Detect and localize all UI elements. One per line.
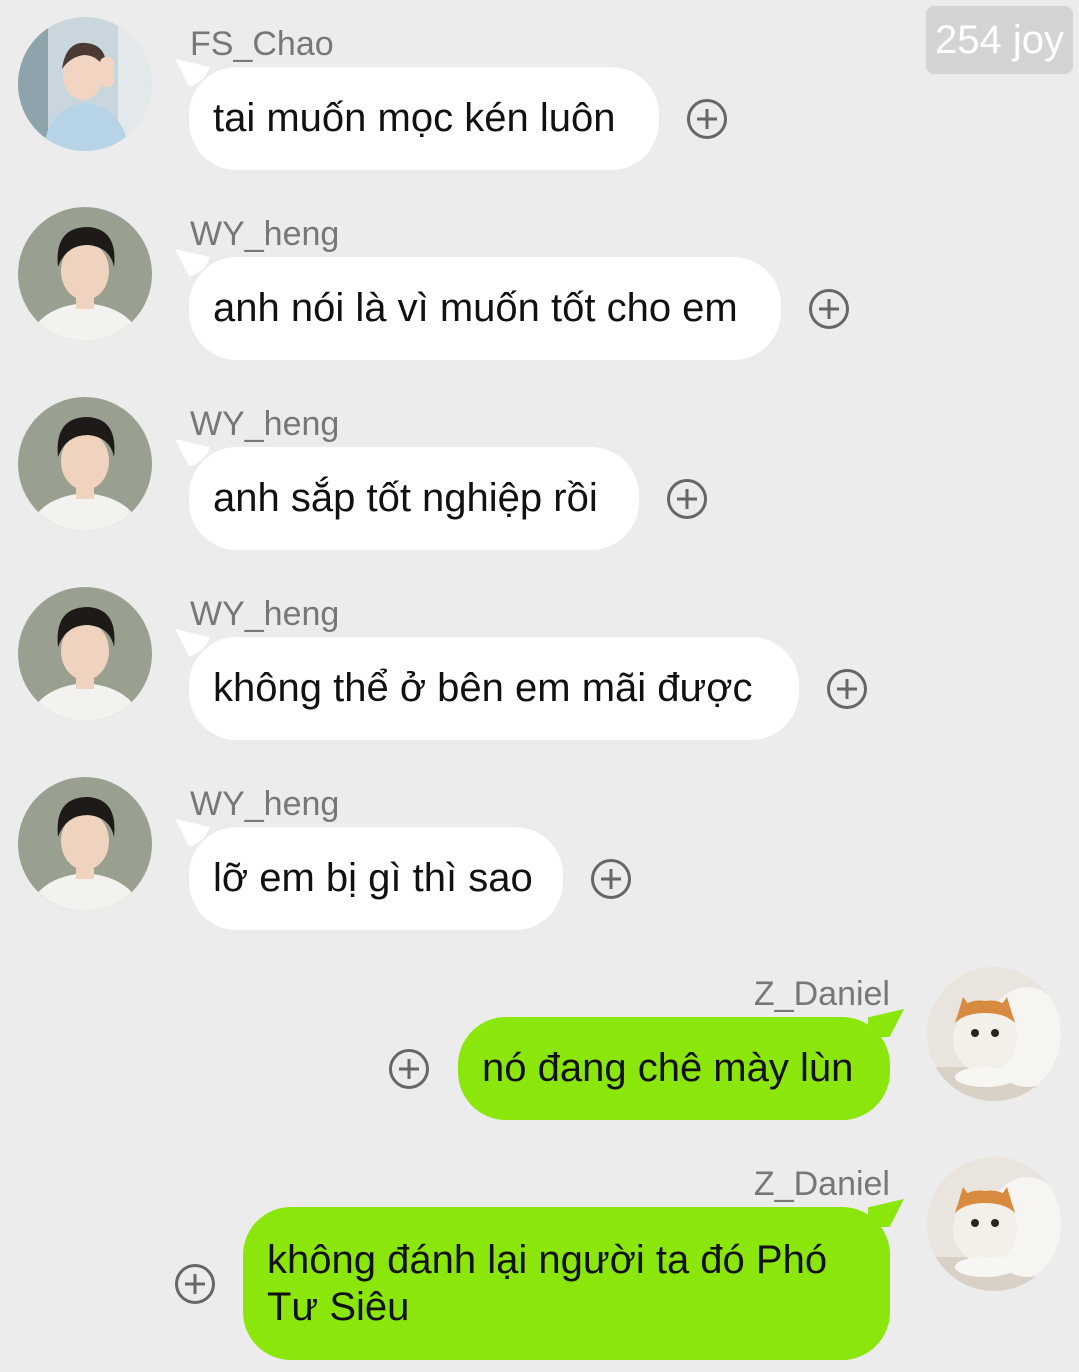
message-text: lỡ em bị gì thì sao [213, 856, 533, 900]
boy-dark-avatar-icon [18, 207, 152, 341]
message-text: nó đang chê mày lùn [482, 1046, 854, 1090]
message-text: không thể ở bên em mãi được [213, 666, 753, 710]
boy-dark-avatar-icon [18, 587, 152, 721]
message-bubble[interactable]: lỡ em bị gì thì sao [189, 827, 563, 930]
message-bubble[interactable]: tai muốn mọc kén luôn [189, 67, 659, 170]
message-bubble[interactable]: anh sắp tốt nghiệp rồi [189, 447, 639, 550]
boy-light-avatar-icon [18, 17, 152, 151]
avatar-wy-heng[interactable] [18, 397, 152, 531]
add-reaction-icon[interactable] [667, 479, 707, 519]
add-reaction-icon[interactable] [591, 859, 631, 899]
sender-name: Z_Daniel [753, 975, 890, 1013]
add-reaction-icon[interactable] [389, 1049, 429, 1089]
add-reaction-icon[interactable] [175, 1264, 215, 1304]
sender-name: FS_Chao [190, 25, 334, 63]
avatar-wy-heng[interactable] [18, 207, 152, 341]
sender-name: WY_heng [190, 595, 340, 633]
avatar-fs-chao[interactable] [18, 17, 152, 151]
sender-name: WY_heng [190, 785, 340, 823]
cat-avatar-icon [927, 967, 1061, 1101]
boy-dark-avatar-icon [18, 397, 152, 531]
message-bubble[interactable]: anh nói là vì muốn tốt cho em [189, 257, 781, 360]
sender-name: WY_heng [190, 405, 340, 443]
sender-name: WY_heng [190, 215, 340, 253]
add-reaction-icon[interactable] [809, 289, 849, 329]
message-text: anh sắp tốt nghiệp rồi [213, 476, 598, 520]
message-text: tai muốn mọc kén luôn [213, 96, 616, 140]
sender-name: Z_Daniel [753, 1165, 890, 1203]
message-text: không đánh lại người ta đó Phó Tư Siêu [267, 1237, 828, 1329]
points-badge: 254 joy [926, 6, 1073, 74]
message-bubble[interactable]: không đánh lại người ta đó Phó Tư Siêu [243, 1207, 890, 1360]
message-text: anh nói là vì muốn tốt cho em [213, 286, 738, 330]
avatar-z-daniel[interactable] [927, 1157, 1061, 1291]
add-reaction-icon[interactable] [827, 669, 867, 709]
message-bubble[interactable]: nó đang chê mày lùn [458, 1017, 890, 1120]
avatar-wy-heng[interactable] [18, 777, 152, 911]
avatar-wy-heng[interactable] [18, 587, 152, 721]
avatar-z-daniel[interactable] [927, 967, 1061, 1101]
message-bubble[interactable]: không thể ở bên em mãi được [189, 637, 799, 740]
cat-avatar-icon [927, 1157, 1061, 1291]
boy-dark-avatar-icon [18, 777, 152, 911]
add-reaction-icon[interactable] [687, 99, 727, 139]
